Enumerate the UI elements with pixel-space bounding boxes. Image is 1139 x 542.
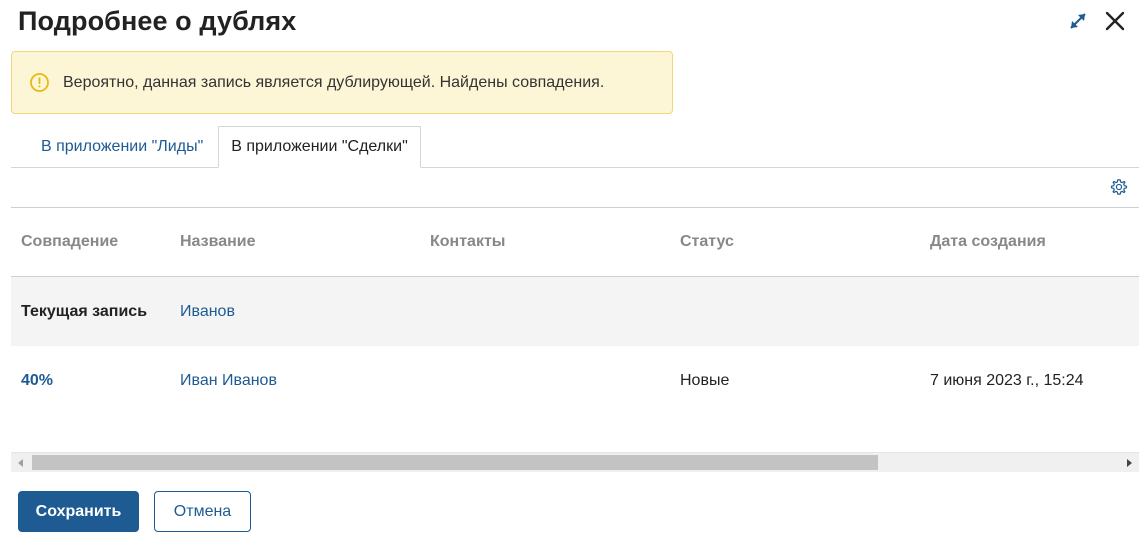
tab-leads[interactable]: В приложении "Лиды" xyxy=(11,126,218,167)
column-header-status: Статус xyxy=(680,233,734,250)
scrollbar-thumb[interactable] xyxy=(32,455,878,470)
column-header-match: Совпадение xyxy=(21,233,119,250)
cancel-button[interactable]: Отмена xyxy=(154,491,251,532)
duplicate-alert: Вероятно, данная запись является дублиру… xyxy=(11,51,673,114)
column-header-name: Название xyxy=(180,233,256,250)
alert-text: Вероятно, данная запись является дублиру… xyxy=(63,73,605,91)
duplicates-table: Совпадение Название Контакты Статус Дата… xyxy=(11,207,1139,415)
table-row: 40% Иван Иванов Новые 7 июня 2023 г., 15… xyxy=(11,346,1139,415)
close-icon[interactable] xyxy=(1103,9,1127,33)
table-row-current: Текущая запись Иванов xyxy=(11,277,1139,346)
warning-icon xyxy=(29,72,50,93)
scroll-left-icon[interactable] xyxy=(11,453,31,473)
save-button[interactable]: Сохранить xyxy=(18,491,139,532)
match-percent-link[interactable]: 40% xyxy=(21,372,53,390)
expand-icon[interactable] xyxy=(1067,10,1089,32)
header-actions xyxy=(1067,9,1127,33)
scroll-right-icon[interactable] xyxy=(1119,453,1139,473)
record-name-link[interactable]: Иван Иванов xyxy=(180,372,277,390)
table-header: Совпадение Название Контакты Статус Дата… xyxy=(11,207,1139,277)
current-record-name-link[interactable]: Иванов xyxy=(180,303,235,321)
horizontal-scrollbar[interactable] xyxy=(11,452,1139,472)
dialog-footer: Сохранить Отмена xyxy=(18,491,251,532)
column-header-created: Дата создания xyxy=(930,233,1046,250)
tab-bar: В приложении "Лиды" В приложении "Сделки… xyxy=(11,126,1139,168)
current-record-label: Текущая запись xyxy=(21,302,148,320)
column-header-contacts: Контакты xyxy=(430,233,506,250)
record-created: 7 июня 2023 г., 15:24 xyxy=(930,371,1084,389)
dialog-title: Подробнее о дублях xyxy=(18,6,297,36)
record-status: Новые xyxy=(680,371,730,389)
gear-icon[interactable] xyxy=(1110,178,1128,196)
tab-deals[interactable]: В приложении "Сделки" xyxy=(218,126,421,168)
